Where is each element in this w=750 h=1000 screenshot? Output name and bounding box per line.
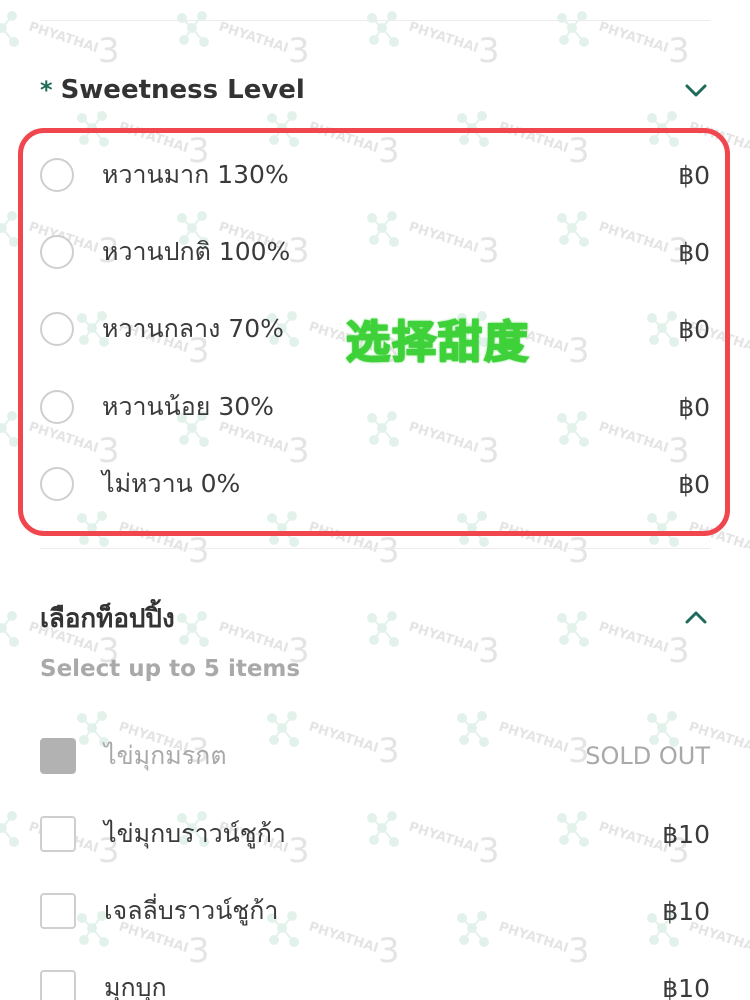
sweetness-option-price: ฿0 (678, 314, 710, 344)
sweetness-option-price: ฿0 (678, 237, 710, 267)
sold-out-label: SOLD OUT (585, 742, 710, 770)
sweetness-title-text: Sweetness Level (60, 75, 305, 105)
checkbox[interactable] (40, 816, 76, 852)
toppings-title: เลือกท็อปปิ้ง (40, 603, 175, 634)
topping-item-price: ฿10 (662, 819, 710, 849)
checkbox[interactable] (40, 970, 76, 1000)
radio-button[interactable] (40, 158, 74, 192)
svg-text:3: 3 (188, 931, 210, 971)
topping-item-price: ฿10 (662, 973, 710, 1000)
toppings-limit-hint: Select up to 5 items (40, 656, 301, 682)
watermark-tile: PHYATHAI3 (360, 0, 510, 80)
topping-item[interactable]: ไข่มุกบราวน์ชูก้า ฿10 (40, 812, 710, 856)
sweetness-option-price: ฿0 (678, 392, 710, 422)
sweetness-option[interactable]: หวานปกติ 100% ฿0 (40, 230, 710, 274)
svg-text:3: 3 (568, 931, 590, 971)
overlay-annotation: 选择甜度 (345, 316, 530, 369)
svg-text:3: 3 (478, 31, 500, 71)
watermark-tile: PHYATHAI3 (0, 0, 130, 80)
checkbox[interactable] (40, 893, 76, 929)
radio-button[interactable] (40, 390, 74, 424)
topping-item-sold-out: ไข่มุกมรกต SOLD OUT (40, 734, 710, 778)
svg-text:PHYATHAI: PHYATHAI (407, 20, 480, 57)
section-divider (40, 548, 710, 549)
topping-item-label: เจลลี่บราวน์ชูก้า (104, 896, 279, 925)
checkbox-disabled (40, 738, 76, 774)
topping-item[interactable]: มุกบุก ฿10 (40, 966, 710, 1000)
toppings-section-header[interactable]: เลือกท็อปปิ้ง (40, 598, 710, 638)
sweetness-option-label: หวานปกติ 100% (102, 237, 291, 266)
topping-item-label: ไข่มุกบราวน์ชูก้า (104, 819, 286, 848)
required-asterisk: * (40, 76, 53, 104)
topping-item[interactable]: เจลลี่บราวน์ชูก้า ฿10 (40, 889, 710, 933)
svg-text:3: 3 (188, 531, 210, 571)
svg-text:PHYATHAI: PHYATHAI (217, 20, 290, 57)
svg-text:3: 3 (378, 931, 400, 971)
sweetness-option-label: หวานมาก 130% (102, 160, 289, 189)
svg-text:PHYATHAI: PHYATHAI (27, 20, 100, 57)
sweetness-option-label: ไม่หวาน 0% (102, 469, 241, 498)
radio-button[interactable] (40, 235, 74, 269)
sweetness-option[interactable]: หวานมาก 130% ฿0 (40, 153, 710, 197)
sweetness-option[interactable]: หวานน้อย 30% ฿0 (40, 385, 710, 429)
topping-item-price: ฿10 (662, 896, 710, 926)
radio-button[interactable] (40, 312, 74, 346)
svg-text:3: 3 (668, 31, 690, 71)
svg-text:PHYATHAI: PHYATHAI (597, 20, 670, 57)
svg-text:3: 3 (568, 531, 590, 571)
sweetness-option-price: ฿0 (678, 469, 710, 499)
watermark-tile: PHYATHAI3 (170, 0, 320, 80)
sweetness-title: * Sweetness Level (40, 75, 305, 105)
topping-item-label: มุกบุก (104, 973, 167, 1000)
topping-item-label: ไข่มุกมรกต (104, 741, 227, 770)
sweetness-option[interactable]: ไม่หวาน 0% ฿0 (40, 462, 710, 506)
svg-text:3: 3 (288, 31, 310, 71)
svg-text:3: 3 (378, 531, 400, 571)
sweetness-option-label: หวานน้อย 30% (102, 392, 274, 421)
top-divider (40, 20, 710, 21)
sweetness-option-price: ฿0 (678, 160, 710, 190)
watermark-tile: PHYATHAI3 (550, 0, 700, 80)
radio-button[interactable] (40, 467, 74, 501)
sweetness-section-header[interactable]: * Sweetness Level (40, 70, 710, 110)
chevron-down-icon[interactable] (682, 76, 710, 104)
product-options-page: PHYATHAI 3 PHYATHAI 3 PHYATHAI 3 PHYATHAI 3 PHYA… (0, 0, 750, 1000)
chevron-up-icon[interactable] (682, 604, 710, 632)
svg-text:3: 3 (98, 31, 120, 71)
